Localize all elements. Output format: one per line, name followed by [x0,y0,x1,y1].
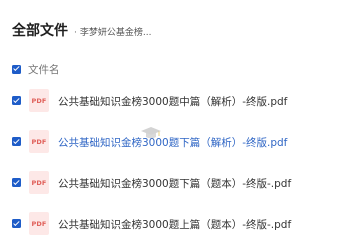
pdf-icon-label: PDF [31,137,47,146]
file-list: PDF 公共基础知识金榜3000题中篇（解析）-终版.pdf PDF 公共基础知… [0,84,340,248]
file-name[interactable]: 公共基础知识金榜3000题下篇（解析）-终版.pdf [58,135,287,150]
file-row[interactable]: PDF 公共基础知识金榜3000题上篇（题本）-终版-.pdf [0,207,340,248]
file-row[interactable]: PDF 公共基础知识金榜3000题下篇（解析）-终版.pdf [0,125,340,166]
file-list-header: 文件名 [12,62,60,76]
share-owner-label: 李梦妍公基金榜... [79,28,152,38]
pdf-icon-label: PDF [31,219,47,228]
column-header-filename[interactable]: 文件名 [28,62,60,77]
breadcrumb: 全部文件 · 李梦妍公基金榜... [12,20,151,40]
file-name[interactable]: 公共基础知识金榜3000题上篇（题本）-终版-.pdf [58,217,291,232]
file-checkbox[interactable] [12,178,21,187]
file-checkbox[interactable] [12,96,21,105]
graduation-cap-watermark-icon [141,127,161,139]
page-title[interactable]: 全部文件 [12,20,68,40]
file-name[interactable]: 公共基础知识金榜3000题下篇（题本）-终版-.pdf [58,176,291,191]
pdf-file-icon: PDF [29,89,49,112]
file-checkbox[interactable] [12,219,21,228]
pdf-icon-label: PDF [31,96,47,105]
select-all-checkbox[interactable] [12,64,21,74]
pdf-file-icon: PDF [29,212,49,235]
pdf-file-icon: PDF [29,171,49,194]
file-row[interactable]: PDF 公共基础知识金榜3000题下篇（题本）-终版-.pdf [0,166,340,207]
file-checkbox[interactable] [12,137,21,146]
file-row[interactable]: PDF 公共基础知识金榜3000题中篇（解析）-终版.pdf [0,84,340,125]
file-name[interactable]: 公共基础知识金榜3000题中篇（解析）-终版.pdf [58,94,287,109]
pdf-file-icon: PDF [29,130,49,153]
breadcrumb-separator: · [74,28,77,38]
pdf-icon-label: PDF [31,178,47,187]
